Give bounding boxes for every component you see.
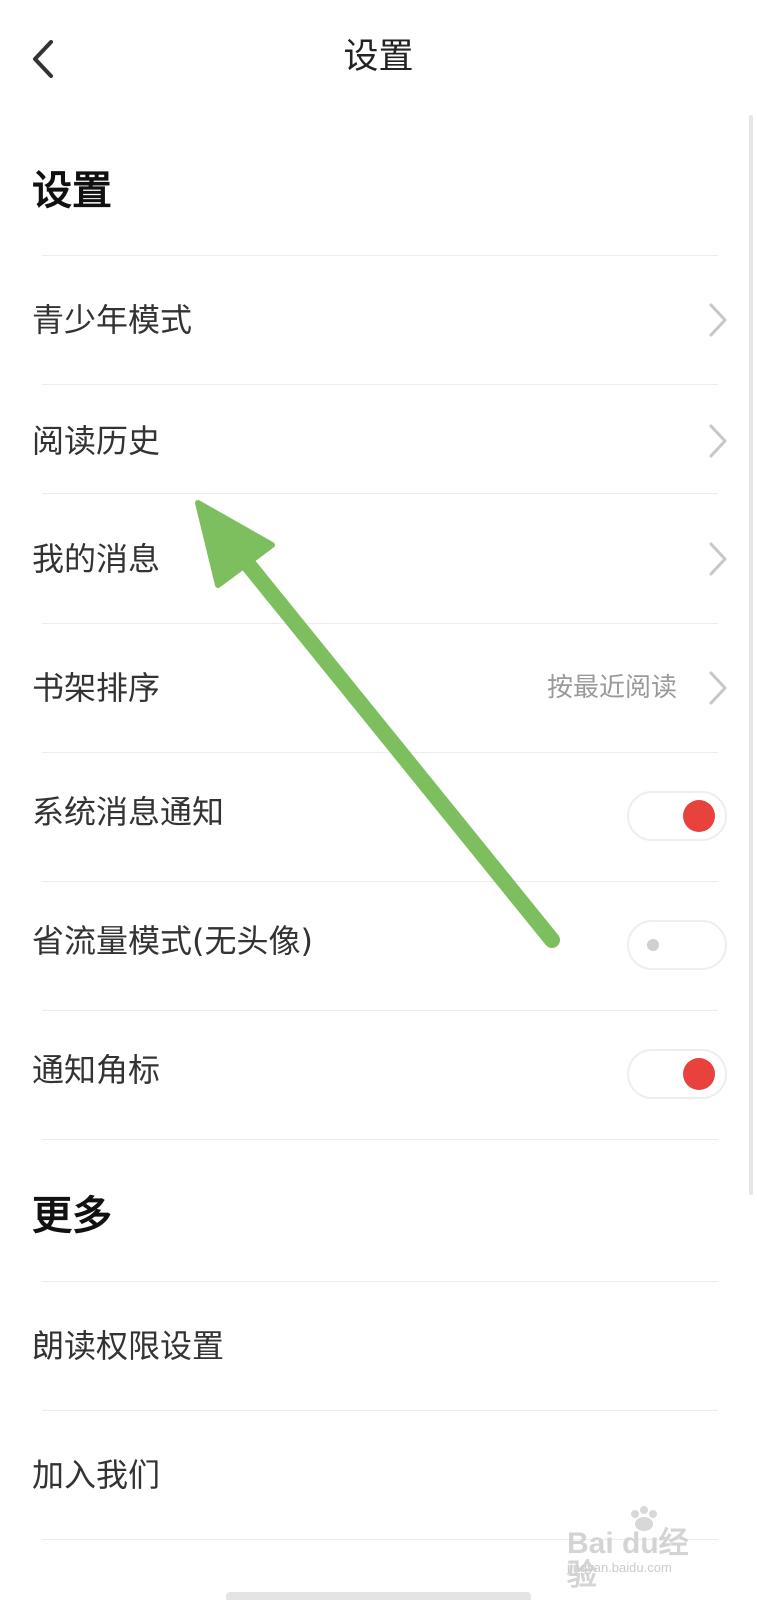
settings-item-badge-notifications: 通知角标: [0, 1011, 757, 1139]
home-indicator[interactable]: [226, 1592, 531, 1600]
toggle-knob: [647, 939, 659, 951]
data-saver-toggle[interactable]: [627, 920, 727, 970]
settings-item-data-saver: 省流量模式(无头像): [0, 882, 757, 1010]
settings-item-read-aloud-permissions[interactable]: 朗读权限设置: [0, 1282, 757, 1410]
toggle-knob: [683, 1058, 715, 1090]
settings-item-label: 省流量模式(无头像): [32, 922, 313, 960]
divider: [42, 1139, 718, 1140]
system-notifications-toggle[interactable]: [627, 791, 727, 841]
toggle-knob: [683, 800, 715, 832]
badge-notifications-toggle[interactable]: [627, 1049, 727, 1099]
top-navigation-bar: 设置: [0, 0, 757, 112]
settings-item-label: 我的消息: [32, 540, 161, 578]
settings-item-reading-history[interactable]: 阅读历史: [0, 385, 757, 493]
chevron-right-icon: [709, 671, 727, 705]
settings-item-system-notifications: 系统消息通知: [0, 753, 757, 881]
settings-screen: 设置 设置 青少年模式 阅读历史 我的消息 书架排序 按最近阅读 系统消息通知: [0, 0, 757, 1600]
section-title-settings: 设置: [32, 168, 112, 214]
settings-item-label: 通知角标: [32, 1051, 161, 1089]
settings-item-my-messages[interactable]: 我的消息: [0, 494, 757, 623]
section-title-more: 更多: [32, 1193, 112, 1239]
settings-item-bookshelf-sort[interactable]: 书架排序 按最近阅读: [0, 624, 757, 752]
watermark: Bai du经验 jingyan.baidu.com: [567, 1506, 717, 1592]
settings-item-label: 书架排序: [32, 669, 161, 707]
settings-item-label: 阅读历史: [32, 422, 161, 460]
settings-item-label: 加入我们: [32, 1456, 161, 1494]
chevron-right-icon: [709, 303, 727, 337]
watermark-url: jingyan.baidu.com: [567, 1560, 672, 1575]
bookshelf-sort-value: 按最近阅读: [546, 673, 677, 703]
settings-item-label: 青少年模式: [32, 301, 193, 339]
settings-item-youth-mode[interactable]: 青少年模式: [0, 256, 757, 384]
chevron-right-icon: [709, 424, 727, 458]
settings-item-label: 朗读权限设置: [32, 1327, 225, 1365]
page-title: 设置: [343, 37, 414, 77]
chevron-right-icon: [709, 542, 727, 576]
settings-item-label: 系统消息通知: [32, 793, 225, 831]
